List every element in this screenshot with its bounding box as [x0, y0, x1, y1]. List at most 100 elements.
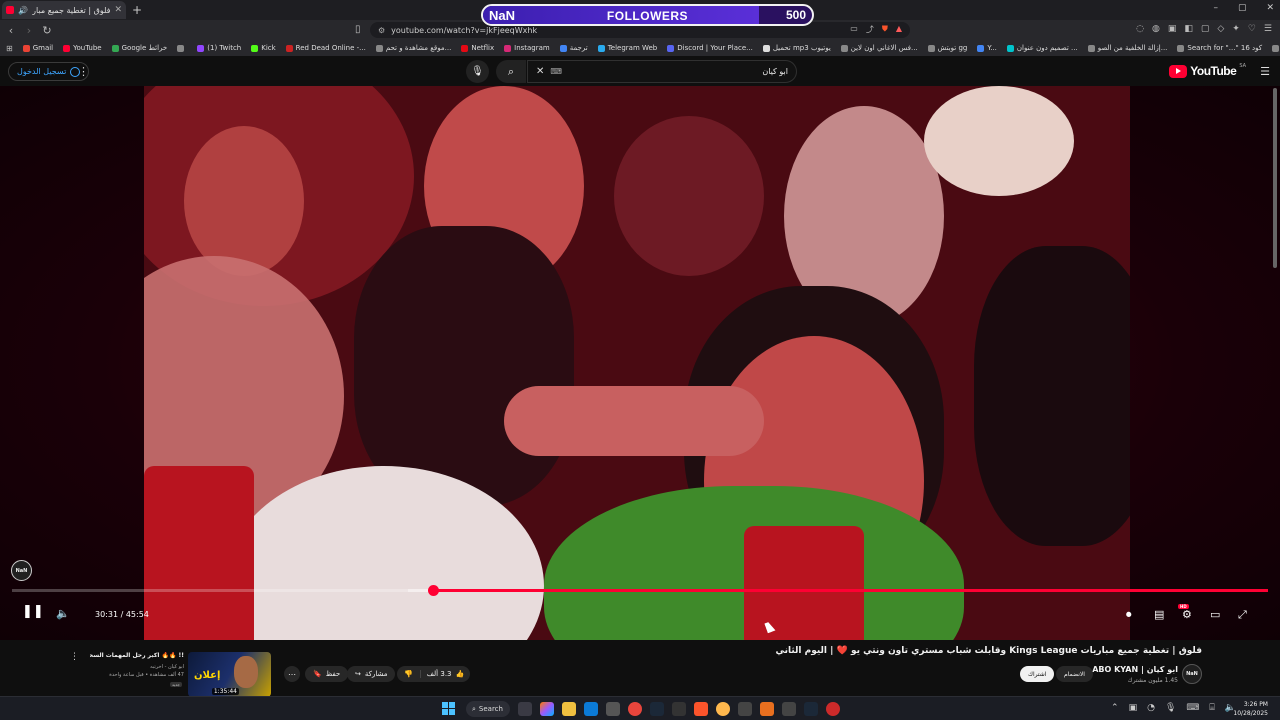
- subscribe-button[interactable]: اشتراك: [1020, 666, 1055, 682]
- tray-app-icon[interactable]: ◔: [1147, 703, 1155, 713]
- cast-icon[interactable]: ▭: [850, 24, 858, 35]
- video-frame[interactable]: [144, 86, 1130, 640]
- tab-close-icon[interactable]: ✕: [114, 5, 122, 15]
- store-icon[interactable]: [606, 702, 620, 716]
- task-view-icon[interactable]: [518, 702, 532, 716]
- channel-name[interactable]: ابو كيان | ABO KYAN ◉: [1082, 665, 1178, 674]
- brave-rewards-icon[interactable]: ▲: [896, 24, 902, 35]
- recommended-channel[interactable]: ابو كيان - اخرتبه: [90, 664, 184, 670]
- autoplay-toggle[interactable]: ⏺: [1126, 608, 1132, 622]
- bookmark-item[interactable]: Y...: [977, 44, 997, 52]
- save-button[interactable]: 🔖 حفظ: [305, 666, 349, 682]
- windows-start-icon[interactable]: [442, 702, 455, 715]
- maximize-button[interactable]: ▢: [1238, 3, 1247, 13]
- bookmark-item[interactable]: Red Dead Online -...: [285, 44, 366, 52]
- share-button[interactable]: ↪ مشاركة: [347, 666, 396, 682]
- bookmark-page-icon[interactable]: ▯: [355, 24, 361, 35]
- bookmark-item[interactable]: Instagram: [504, 44, 550, 52]
- steam-icon[interactable]: [650, 702, 664, 716]
- bookmark-item[interactable]: Kick: [251, 44, 276, 52]
- minimize-button[interactable]: –: [1213, 3, 1218, 13]
- back-arrow-icon[interactable]: ‹: [4, 24, 18, 37]
- vlc-icon[interactable]: [760, 702, 774, 716]
- reload-icon[interactable]: ↻: [40, 24, 54, 37]
- bookmark-item[interactable]: (1) Twitch: [197, 44, 241, 52]
- new-tab-button[interactable]: +: [132, 3, 142, 17]
- tray-app-icon[interactable]: ▣: [1129, 703, 1138, 713]
- file-explorer-icon[interactable]: [562, 702, 576, 716]
- brave-icon[interactable]: [694, 702, 708, 716]
- scrollbar-thumb[interactable]: [1273, 88, 1277, 268]
- bookmark-item[interactable]: YouTube: [63, 44, 102, 52]
- theater-mode-button[interactable]: ▭: [1210, 608, 1220, 621]
- bookmark-item[interactable]: توبتش gg: [927, 44, 967, 52]
- taskbar-clock[interactable]: 3:26 PM 10/28/2025: [1233, 700, 1268, 718]
- join-button[interactable]: الانضمام: [1056, 666, 1093, 682]
- menu-icon[interactable]: ☰: [1264, 24, 1272, 34]
- app-icon[interactable]: [826, 702, 840, 716]
- video-player[interactable]: NaN ❚❚ 🔈 30:31 / 45:54 ⏺ ▤ ⚙ HD ▭ ⤢: [0, 86, 1280, 640]
- search-button[interactable]: ⌕: [496, 60, 526, 83]
- page-scrollbar[interactable]: [1272, 58, 1278, 698]
- youtube-logo[interactable]: YouTube SA: [1169, 63, 1246, 78]
- settings-kebab-icon[interactable]: ⋮: [78, 65, 89, 78]
- subtitles-button[interactable]: ▤: [1154, 608, 1164, 621]
- bookmark-item[interactable]: Discord | Your Place...: [667, 44, 753, 52]
- recommended-video-title[interactable]: !! 🔥🔥 اكبر رحل المهمات السحبة: [90, 652, 184, 659]
- obs-icon[interactable]: [738, 702, 752, 716]
- volume-button[interactable]: 🔈: [56, 607, 70, 620]
- share-icon[interactable]: ⤴: [866, 24, 874, 35]
- recommended-video-thumbnail[interactable]: إعلان 1:35:44: [188, 652, 271, 697]
- bookmark-item[interactable]: تحميل mp3 يوتيوب: [762, 44, 831, 52]
- leo-ai-icon[interactable]: ✦: [1232, 24, 1240, 34]
- channel-avatar[interactable]: NaN: [1182, 664, 1202, 684]
- pause-button[interactable]: ❚❚: [22, 604, 44, 619]
- channel-watermark[interactable]: NaN: [11, 560, 32, 581]
- site-info-icon[interactable]: ⚙: [378, 26, 385, 35]
- voice-search-button[interactable]: 🎙: [466, 60, 489, 83]
- extension-icon[interactable]: ▣: [1168, 24, 1177, 34]
- settings-button[interactable]: ⚙: [1182, 608, 1192, 621]
- microphone-icon[interactable]: 🎙: [1165, 703, 1176, 713]
- dislike-button[interactable]: 👎: [397, 670, 421, 678]
- bookmark-item[interactable]: Telegram Web: [597, 44, 657, 52]
- scrubber-handle[interactable]: [427, 585, 439, 596]
- taskbar-search[interactable]: ⌕ Search: [466, 701, 510, 717]
- app-icon[interactable]: [782, 702, 796, 716]
- copilot-icon[interactable]: [540, 702, 554, 716]
- clear-search-icon[interactable]: ✕: [536, 66, 544, 77]
- browser-tab-active[interactable]: 🔊 فلوق | تغطية جميع مباريات ✕: [2, 1, 126, 19]
- bookmark-item[interactable]: فس الاغاني اون لاين...: [840, 44, 918, 52]
- steam-icon[interactable]: [804, 702, 818, 716]
- extension-icon[interactable]: ◍: [1152, 24, 1160, 34]
- bookmark-item[interactable]: Netflix: [461, 44, 494, 52]
- keyboard-icon[interactable]: ⌨: [550, 67, 562, 76]
- brave-shield-icon[interactable]: ⛊: [882, 24, 888, 35]
- bookmark-item[interactable]: [177, 44, 187, 52]
- app-icon[interactable]: [716, 702, 730, 716]
- bookmark-item[interactable]: Anime Scene Search...: [1272, 44, 1280, 52]
- tab-search-icon[interactable]: ▢: [1201, 24, 1210, 34]
- edge-icon[interactable]: [584, 702, 598, 716]
- bookmark-item[interactable]: موقع مشاهدة و تحم...: [375, 44, 451, 52]
- recommendation-kebab-icon[interactable]: ⋮: [70, 652, 79, 662]
- close-window-button[interactable]: ✕: [1266, 3, 1274, 13]
- vpn-icon[interactable]: ♡: [1248, 24, 1256, 34]
- app-icon[interactable]: [672, 702, 686, 716]
- progress-bar[interactable]: [12, 585, 1268, 596]
- bookmark-item[interactable]: ترجمة: [559, 44, 588, 52]
- apps-grid-icon[interactable]: ⊞: [6, 44, 13, 53]
- like-button[interactable]: 👍 3.3 ألف: [421, 670, 470, 678]
- fullscreen-button[interactable]: ⤢: [1238, 608, 1247, 622]
- language-icon[interactable]: ⌨: [1186, 703, 1199, 713]
- bookmark-item[interactable]: تصميم دون عنوان ...: [1006, 44, 1078, 52]
- bookmark-item[interactable]: Search for "..." 16 كود: [1177, 44, 1262, 52]
- sidebar-icon[interactable]: ◧: [1184, 24, 1193, 34]
- wallet-icon[interactable]: ◇: [1217, 24, 1224, 34]
- search-input[interactable]: ✕ ⌨ ابو كيان: [527, 60, 797, 83]
- network-icon[interactable]: ⌸: [1209, 703, 1214, 713]
- extension-icon[interactable]: ◌: [1136, 24, 1144, 34]
- bookmark-item[interactable]: إزالة الخلفية من الصو...: [1087, 44, 1167, 52]
- bookmark-item[interactable]: Gmail: [22, 44, 53, 52]
- more-actions-button[interactable]: ⋯: [284, 666, 300, 682]
